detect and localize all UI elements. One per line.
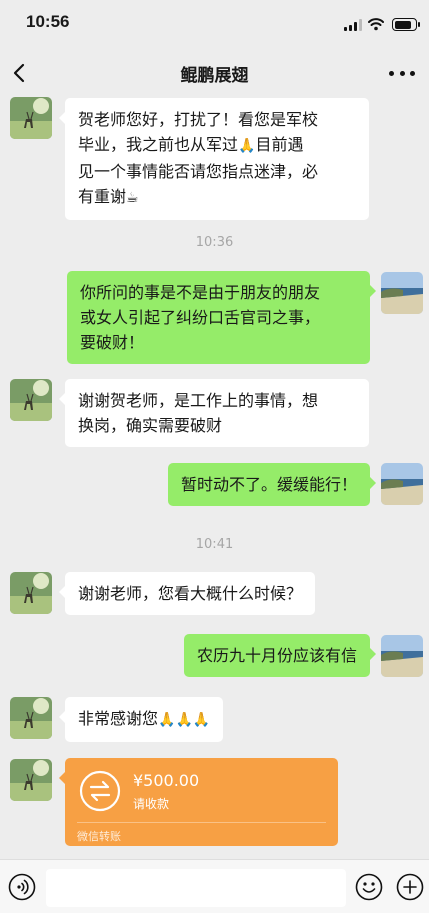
- my-avatar[interactable]: [381, 272, 423, 314]
- cellular-signal-icon: [344, 19, 362, 31]
- transfer-card[interactable]: ¥500.00 请收款 微信转账: [59, 758, 338, 846]
- divider: [77, 822, 326, 823]
- more-dots-icon[interactable]: [389, 62, 415, 84]
- message-line: 要破财！: [80, 333, 145, 352]
- contact-avatar[interactable]: [10, 379, 52, 421]
- message-bubble-outgoing[interactable]: 农历九十月份应该有信: [183, 634, 377, 677]
- message-line: 有重谢☕: [78, 187, 139, 206]
- message-bubble-incoming[interactable]: 谢谢老师，您看大概什么时候？: [58, 572, 316, 615]
- transfer-arrows-icon: [79, 770, 121, 812]
- chat-title: 鲲鹏展翅: [180, 66, 249, 86]
- message-line: 毕业，我之前也从军过🙏目前遇: [78, 135, 304, 154]
- my-avatar[interactable]: [381, 635, 423, 677]
- message-text: 谢谢老师，您看大概什么时候？: [78, 584, 303, 603]
- transfer-amount: ¥500.00: [133, 771, 200, 790]
- wifi-icon: [368, 18, 384, 31]
- message-input[interactable]: [46, 869, 346, 907]
- pray-emoji-icon: 🙏🙏🙏: [158, 712, 211, 728]
- pray-emoji-icon: 🙏: [238, 138, 256, 154]
- transfer-status: 请收款: [133, 797, 170, 811]
- message-text: 农历九十月份应该有信: [196, 646, 357, 665]
- message-line: 或女人引起了纠纷口舌官司之事，: [80, 308, 321, 327]
- status-time: 10:56: [26, 12, 70, 31]
- battery-icon: [392, 18, 420, 31]
- time-divider: 10:41: [195, 537, 234, 552]
- message-line: 见一个事情能否请您指点迷津，必: [78, 162, 319, 181]
- contact-avatar[interactable]: [10, 572, 52, 614]
- message-bubble-incoming[interactable]: 贺老师您好，打扰了！看您是军校 毕业，我之前也从军过🙏目前遇 见一个事情能否请您…: [59, 98, 369, 220]
- emoji-icon[interactable]: [355, 873, 383, 901]
- contact-avatar[interactable]: [10, 759, 52, 801]
- message-line: 你所问的事是不是由于朋友的朋友: [80, 283, 321, 302]
- my-avatar[interactable]: [381, 463, 423, 505]
- contact-avatar[interactable]: [10, 697, 52, 739]
- status-bar: 10:56: [0, 0, 429, 48]
- plus-icon[interactable]: [396, 873, 424, 901]
- message-text: 暂时动不了。缓缓能行！: [180, 475, 357, 494]
- contact-avatar[interactable]: [10, 97, 52, 139]
- nav-bar: 鲲鹏展翅: [0, 48, 429, 98]
- message-bubble-outgoing[interactable]: 你所问的事是不是由于朋友的朋友 或女人引起了纠纷口舌官司之事， 要破财！: [67, 271, 376, 364]
- message-bubble-outgoing[interactable]: 暂时动不了。缓缓能行！: [167, 463, 377, 506]
- transfer-footer: 微信转账: [77, 830, 121, 843]
- message-line: 贺老师您好，打扰了！看您是军校: [78, 110, 319, 129]
- time-divider: 10:36: [195, 235, 234, 250]
- message-line: 谢谢贺老师，是工作上的事情，想: [78, 391, 319, 410]
- message-line: 非常感谢您🙏🙏🙏: [78, 709, 211, 728]
- voice-icon[interactable]: [8, 873, 36, 901]
- message-line: 换岗，确实需要破财: [78, 416, 223, 435]
- input-bar: [0, 859, 429, 913]
- message-bubble-incoming[interactable]: 谢谢贺老师，是工作上的事情，想 换岗，确实需要破财: [59, 379, 369, 447]
- message-bubble-incoming[interactable]: 非常感谢您🙏🙏🙏: [58, 697, 224, 742]
- coffee-emoji-icon: ☕: [126, 190, 139, 206]
